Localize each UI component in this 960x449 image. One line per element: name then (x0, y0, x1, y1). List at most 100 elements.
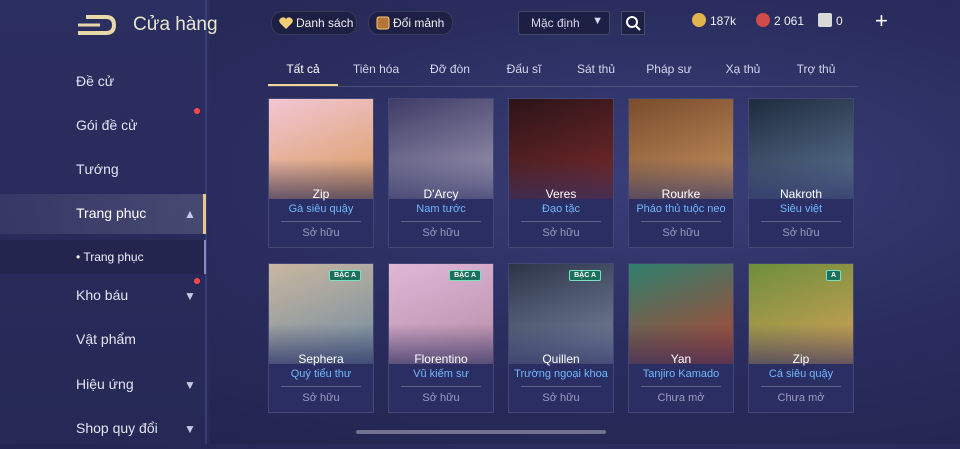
sidebar-item-label: Hiệu ứng (76, 376, 134, 392)
list-button-label: Danh sách (296, 16, 354, 30)
hero-name: D'Arcy (423, 187, 459, 201)
exchange-shards-label: Đổi mảnh (393, 16, 445, 30)
ownership-status: Sở hữu (542, 227, 580, 239)
ownership-status: Chưa mở (777, 392, 825, 404)
tab-label: Sát thủ (576, 62, 616, 76)
active-tab-indicator (268, 84, 338, 86)
hero-name: Rourke (661, 187, 701, 201)
sidebar-item-exchange-shop[interactable]: Shop quy đổi ▼ (0, 409, 206, 449)
sidebar-item-label: Shop quy đổi (76, 420, 158, 436)
notification-dot (194, 108, 200, 114)
tab-assassin[interactable]: Sát thủ (562, 62, 630, 84)
rank-badge: BẬC A (449, 270, 481, 281)
list-button[interactable]: Danh sách (271, 11, 357, 35)
voucher-amount: 0 (836, 14, 843, 28)
ownership-status: Sở hữu (302, 392, 340, 404)
hero-name: Yan (670, 352, 692, 366)
skin-card[interactable]: Rourke Pháo thủ tuộc neo Sở hữu (628, 98, 734, 248)
sidebar-subitem-label: • Trang phục (76, 250, 144, 264)
skin-name: Pháo thủ tuộc neo (636, 203, 726, 215)
tab-divider (268, 86, 858, 87)
rank-badge: BẬC A (329, 270, 361, 281)
hero-name: Quillen (542, 352, 580, 366)
ruby-icon (756, 13, 770, 27)
sort-select[interactable]: Mặc định ▼ (518, 11, 610, 35)
ownership-status: Sở hữu (782, 227, 820, 239)
search-button[interactable] (621, 11, 645, 35)
card-divider (521, 221, 601, 222)
card-divider (641, 386, 721, 387)
search-icon (626, 16, 641, 31)
skin-name: Đạo tặc (542, 203, 580, 215)
skin-name: Cá siêu quậy (768, 368, 834, 380)
sidebar-item-label: Gói đề cử (76, 117, 138, 133)
skin-name: Quý tiểu thư (290, 368, 352, 380)
skin-card[interactable]: D'Arcy Nam tước Sở hữu (388, 98, 494, 248)
tab-label: Xạ thủ (725, 62, 761, 76)
gold-balance: 187k (692, 11, 742, 31)
hero-name: Sephera (298, 352, 344, 366)
tab-fighter[interactable]: Đấu sĩ (490, 62, 558, 84)
card-divider (401, 221, 481, 222)
sidebar-item-items[interactable]: Vật phẩm (0, 320, 206, 360)
tab-support[interactable]: Trợ thủ (782, 62, 850, 84)
card-divider (281, 386, 361, 387)
tab-marksman[interactable]: Xạ thủ (709, 62, 777, 84)
skin-card[interactable]: Yan Tanjiro Kamado Chưa mở (628, 263, 734, 413)
tab-label: Đỡ đòn (430, 62, 470, 76)
tab-all[interactable]: Tất cả (268, 62, 338, 84)
rank-badge: BẬC A (569, 270, 601, 281)
chevron-down-icon: ▼ (592, 15, 603, 27)
skin-name: Gà siêu quậy (288, 203, 354, 215)
card-divider (641, 221, 721, 222)
hero-name: Zip (792, 352, 810, 366)
tab-evolution[interactable]: Tiên hóa (342, 62, 410, 84)
ownership-status: Chưa mở (657, 392, 705, 404)
heart-icon (278, 15, 294, 31)
skin-card[interactable]: A Zip Cá siêu quậy Chưa mở (748, 263, 854, 413)
sidebar-subitem-skins[interactable]: • Trang phục (0, 240, 206, 274)
skin-card[interactable]: BẬC A Sephera Quý tiểu thư Sở hữu (268, 263, 374, 413)
card-divider (761, 386, 841, 387)
card-divider (401, 386, 481, 387)
skin-name: Tanjiro Kamado (642, 368, 720, 380)
sidebar-item-skins[interactable]: Trang phục ▲ (0, 194, 206, 234)
sidebar-item-recommended[interactable]: Đề cử (0, 62, 206, 102)
active-indicator (203, 194, 206, 234)
ownership-status: Sở hữu (542, 392, 580, 404)
skin-card[interactable]: Zip Gà siêu quậy Sở hữu (268, 98, 374, 248)
sort-select-value: Mặc định (531, 16, 580, 30)
ownership-status: Sở hữu (422, 227, 460, 239)
hero-name: Florentino (414, 352, 468, 366)
tab-label: Đấu sĩ (506, 62, 542, 76)
exchange-shards-button[interactable]: Đổi mảnh (368, 11, 453, 35)
sidebar-item-label: Kho báu (76, 287, 129, 303)
skin-card[interactable]: BẬC A Florentino Vũ kiếm sư Sở hữu (388, 263, 494, 413)
hero-name: Zip (312, 187, 330, 201)
tab-label: Trợ thủ (796, 62, 836, 76)
skin-card[interactable]: Nakroth Siêu việt Sở hữu (748, 98, 854, 248)
shard-icon (375, 15, 391, 31)
sidebar-item-bundles[interactable]: Gói đề cử (0, 106, 206, 146)
back-logo-icon[interactable] (76, 13, 117, 37)
skin-name: Nam tước (416, 203, 466, 215)
tab-label: Tiên hóa (352, 62, 400, 76)
tab-mage[interactable]: Pháp sư (635, 62, 703, 84)
sidebar-item-treasure[interactable]: Kho báu ▼ (0, 276, 206, 316)
sidebar-item-label: Tướng (76, 161, 119, 177)
skin-card[interactable]: Veres Đạo tặc Sở hữu (508, 98, 614, 248)
skin-card[interactable]: BẬC A Quillen Trường ngoại khoa Sở hữu (508, 263, 614, 413)
tab-tank[interactable]: Đỡ đòn (416, 62, 484, 84)
voucher-balance: 0 (818, 11, 858, 31)
add-currency-button[interactable]: + (875, 8, 888, 34)
voucher-icon (818, 13, 832, 27)
sidebar-item-heroes[interactable]: Tướng (0, 150, 206, 190)
hero-name: Veres (545, 187, 577, 201)
sidebar-item-label: Trang phục (76, 205, 147, 221)
chevron-down-icon: ▼ (184, 422, 196, 436)
sidebar-item-label: Đề cử (76, 73, 115, 89)
sidebar-item-effects[interactable]: Hiệu ứng ▼ (0, 365, 206, 405)
card-divider (281, 221, 361, 222)
ownership-status: Sở hữu (422, 392, 460, 404)
home-indicator (356, 430, 606, 434)
